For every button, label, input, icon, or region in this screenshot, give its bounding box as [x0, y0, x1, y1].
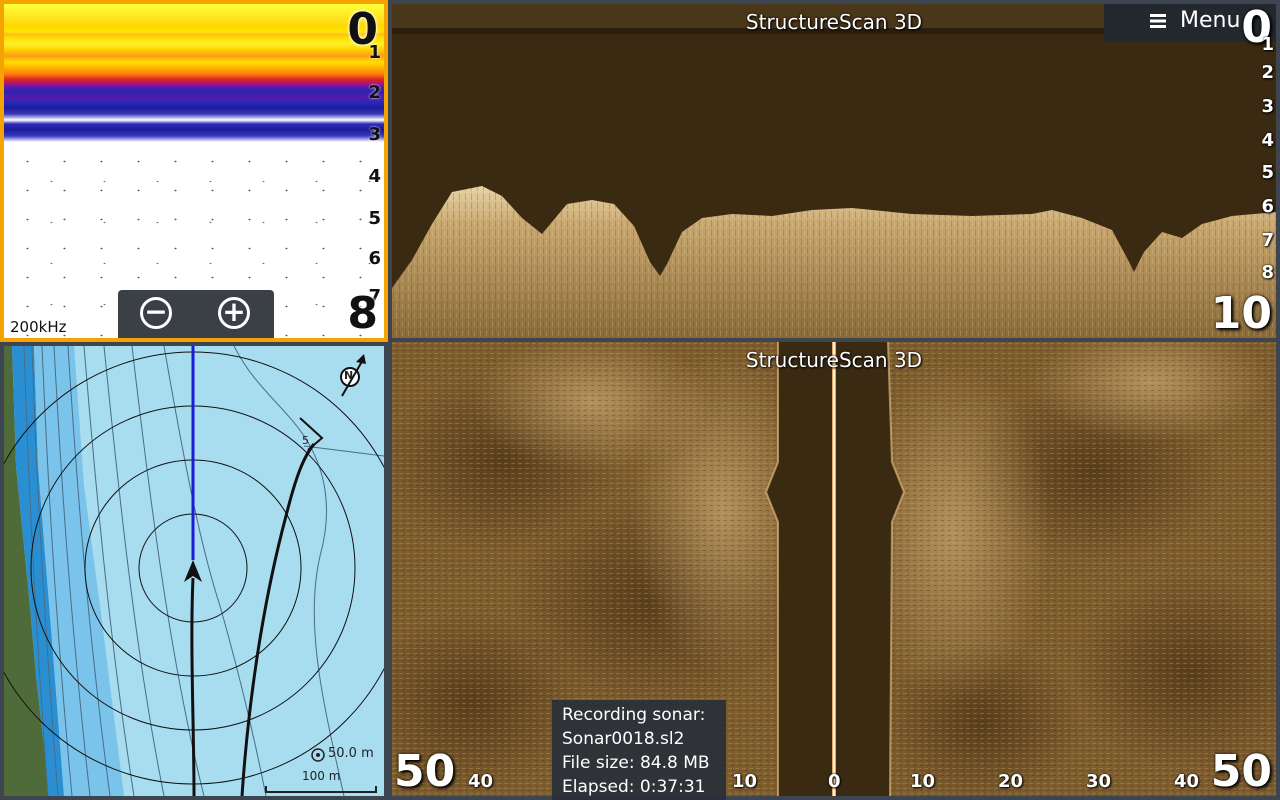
range-tick: 10: [732, 771, 758, 792]
north-label: N: [344, 369, 354, 382]
range-tick: 10: [910, 771, 936, 792]
recording-filename: Sonar0018.sl2: [562, 729, 685, 749]
frequency-label: 200kHz: [10, 318, 67, 336]
zoom-out-button[interactable]: −: [140, 297, 172, 329]
sonar-depth-tick: 5: [368, 208, 381, 229]
zoom-in-button[interactable]: +: [218, 297, 250, 329]
down-scan-image: [392, 4, 1276, 338]
recording-status[interactable]: Recording sonar: Sonar0018.sl2 File size…: [552, 700, 726, 800]
scan-depth-tick: 8: [1261, 262, 1274, 283]
sonar-depth-tick: 4: [368, 166, 381, 187]
chart-map: [4, 346, 384, 796]
sonar-return-bands: [4, 4, 384, 154]
sonar-depth-tick: 1: [368, 42, 381, 63]
sonar-depth-bottom: 8: [347, 288, 378, 339]
scan-depth-tick: 3: [1261, 96, 1274, 117]
plus-circle-icon: +: [222, 295, 246, 328]
scan-depth-tick: 2: [1261, 62, 1274, 83]
sonar-depth-tick: 2: [368, 82, 381, 103]
recording-elapsed: Elapsed: 0:37:31: [562, 777, 706, 797]
scan-depth-tick: 4: [1261, 130, 1274, 151]
range-ring-label: 50.0 m: [328, 746, 374, 761]
side-scan-image: [392, 342, 1276, 796]
side-scan-title: StructureScan 3D: [745, 348, 923, 372]
chart-panel[interactable]: 5 N 50.0 m 100 m: [0, 342, 388, 800]
range-tick: 40: [1174, 771, 1200, 792]
scan-depth-tick: 7: [1261, 230, 1274, 251]
hamburger-icon: [1150, 14, 1166, 28]
scan-depth-tick: 6: [1261, 196, 1274, 217]
range-tick: 40: [468, 771, 494, 792]
zoom-controls: − +: [118, 290, 274, 338]
contour-depth-label: 5: [302, 434, 309, 447]
sonar-depth-tick: 6: [368, 248, 381, 269]
range-tick: 20: [998, 771, 1024, 792]
menu-label: Menu: [1180, 8, 1241, 33]
range-tick-center: 0: [828, 771, 841, 792]
structurescan-side-panel[interactable]: StructureScan 3D 50 40 10 0 10 20 30 40 …: [392, 342, 1276, 796]
recording-title: Recording sonar:: [562, 705, 706, 725]
structurescan-top-panel[interactable]: StructureScan 3D Menu 0 1 2 3 4 5 6 7 8 …: [392, 4, 1276, 338]
sonar-2d-panel[interactable]: 0 1 2 3 4 5 6 7 8 200kHz − +: [0, 0, 388, 342]
scale-bar-label: 100 m: [302, 769, 341, 783]
scan-depth-bottom: 10: [1210, 288, 1272, 338]
scan-depth-tick: 5: [1261, 162, 1274, 183]
range-tick: 30: [1086, 771, 1112, 792]
minus-circle-icon: −: [144, 295, 168, 328]
range-right-max: 50: [1210, 746, 1272, 796]
sonar-depth-tick: 3: [368, 124, 381, 145]
recording-filesize: File size: 84.8 MB: [562, 753, 710, 773]
scan-depth-tick: 1: [1261, 34, 1274, 55]
range-left-max: 50: [394, 746, 456, 796]
